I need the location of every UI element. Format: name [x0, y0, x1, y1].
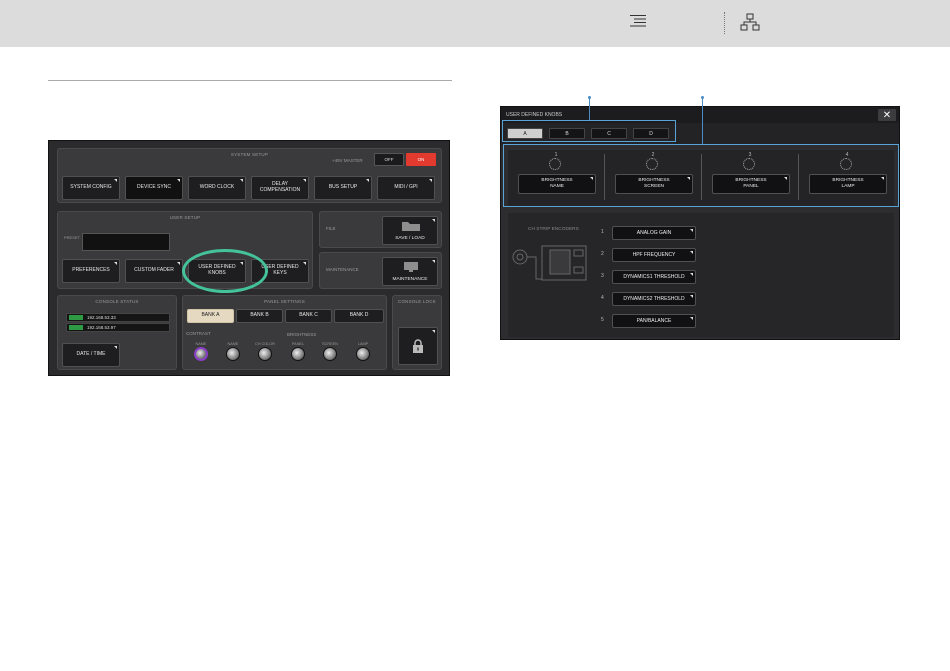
- console-status-title: CONSOLE STATUS: [95, 299, 139, 304]
- bank-c-button[interactable]: BANK C: [285, 309, 332, 323]
- encoders-title: CH STRIP ENCODERS: [528, 227, 579, 232]
- sitemap-icon[interactable]: [740, 13, 760, 31]
- encoder-function-button[interactable]: DYNAMICS2 THRESHOLD: [612, 292, 696, 306]
- maintenance-label: MAINTENANCE: [326, 267, 359, 272]
- display-ip-tag: [69, 325, 83, 330]
- contrast-label: CONTRAST: [186, 331, 211, 336]
- encoder-function-button[interactable]: ANALOG GAIN: [612, 226, 696, 240]
- screen-knob[interactable]: [323, 347, 337, 361]
- panel-label: PANEL: [291, 342, 305, 346]
- phantom-off-button[interactable]: OFF: [374, 153, 404, 166]
- lamp-label: LAMP: [357, 342, 369, 346]
- file-label: FILE: [326, 226, 336, 231]
- display-ip: 192.168.53.97: [66, 323, 170, 332]
- file-section: FILE SAVE / LOAD: [319, 211, 442, 248]
- encoder-number: 5: [601, 317, 604, 323]
- display-ip-value: 192.168.53.97: [87, 325, 116, 330]
- encoder-number: 1: [601, 229, 604, 235]
- midi-gpi-button[interactable]: MIDI / GPI: [377, 176, 435, 200]
- bank-d-button[interactable]: BANK D: [334, 309, 384, 323]
- knobs-callout-dot: [701, 96, 704, 99]
- folder-icon: [402, 222, 420, 231]
- contrast-name-knob[interactable]: [194, 347, 208, 361]
- knobs-callout-line: [702, 98, 703, 144]
- ch-color-label: CH COLOR: [254, 342, 276, 346]
- screen-label: SCREEN: [322, 342, 338, 346]
- list-icon[interactable]: [629, 14, 647, 28]
- bank-b-button[interactable]: BANK B: [236, 309, 283, 323]
- preset-label: PRESET: [64, 235, 81, 240]
- window-title: USER DEFINED KNOBS: [506, 112, 563, 118]
- close-icon: ✕: [882, 109, 892, 121]
- user-setup-title: USER SETUP: [169, 215, 201, 220]
- delay-compensation-button[interactable]: DELAY COMPENSATION: [251, 176, 309, 200]
- header-bar: [0, 0, 950, 47]
- save-load-button[interactable]: SAVE / LOAD: [382, 216, 438, 245]
- console-lock-title: CONSOLE LOCK: [398, 299, 436, 304]
- console-ip-value: 192.168.53.33: [87, 315, 116, 320]
- tabs-callout-dot: [588, 96, 591, 99]
- preset-field[interactable]: [82, 233, 170, 251]
- tabs-callout-box: [502, 120, 676, 142]
- device-sync-button[interactable]: DEVICE SYNC: [125, 176, 183, 200]
- tabs-callout-line: [589, 98, 590, 120]
- encoder-diagram-icon: [512, 245, 587, 281]
- phantom-on-button[interactable]: ON: [406, 153, 436, 166]
- console-lock-section: CONSOLE LOCK: [392, 295, 442, 370]
- maintenance-button[interactable]: MAINTENANCE: [382, 257, 438, 286]
- knobs-callout-box: [503, 144, 899, 207]
- word-clock-button[interactable]: WORD CLOCK: [188, 176, 246, 200]
- console-ip: 192.168.53.33: [66, 313, 170, 322]
- header-divider: [724, 12, 725, 34]
- phantom-master-label: +48V MASTER: [332, 158, 363, 163]
- knobs-button-highlight: [182, 249, 268, 293]
- console-status-section: CONSOLE STATUS 192.168.53.33 192.168.53.…: [57, 295, 177, 370]
- brightness-name-knob[interactable]: [226, 347, 240, 361]
- section-rule: [48, 80, 452, 81]
- encoder-function-button[interactable]: HPF FREQUENCY: [612, 248, 696, 262]
- encoder-function-button[interactable]: DYNAMICS1 THRESHOLD: [612, 270, 696, 284]
- ch-color-knob[interactable]: [258, 347, 272, 361]
- maintenance-section: MAINTENANCE MAINTENANCE: [319, 252, 442, 289]
- lamp-knob[interactable]: [356, 347, 370, 361]
- panel-settings-title: PANEL SETTINGS: [264, 299, 305, 304]
- maintenance-btn-label: MAINTENANCE: [392, 277, 428, 283]
- console-ip-tag: [69, 315, 83, 320]
- brightness-name-label: NAME: [227, 342, 239, 346]
- system-config-button[interactable]: SYSTEM CONFIG: [62, 176, 120, 200]
- bank-a-button[interactable]: BANK A: [187, 309, 234, 323]
- custom-fader-button[interactable]: CUSTOM FADER: [125, 259, 183, 283]
- encoder-function-button[interactable]: PAN/BALANCE: [612, 314, 696, 328]
- bus-setup-button[interactable]: BUS SETUP: [314, 176, 372, 200]
- brightness-label: BRIGHTNESS: [287, 332, 317, 337]
- panel-knob[interactable]: [291, 347, 305, 361]
- save-load-label: SAVE / LOAD: [395, 236, 425, 242]
- ch-strip-encoders-area: CH STRIP ENCODERS 1 ANALOG GAIN 2 HPF FR…: [508, 213, 894, 337]
- encoder-number: 4: [601, 295, 604, 301]
- preferences-button[interactable]: PREFERENCES: [62, 259, 120, 283]
- monitor-icon: [404, 262, 418, 272]
- contrast-knob-label: NAME: [195, 342, 207, 346]
- console-lock-button[interactable]: [398, 327, 438, 365]
- encoder-number: 3: [601, 273, 604, 279]
- lock-icon: [413, 339, 423, 353]
- encoder-number: 2: [601, 251, 604, 257]
- close-button[interactable]: ✕: [878, 109, 896, 121]
- panel-settings-section: PANEL SETTINGS BANK A BANK B BANK C BANK…: [182, 295, 387, 370]
- system-setup-section: SYSTEM SETUP +48V MASTER OFF ON SYSTEM C…: [57, 148, 442, 203]
- date-time-button[interactable]: DATE / TIME: [62, 343, 120, 367]
